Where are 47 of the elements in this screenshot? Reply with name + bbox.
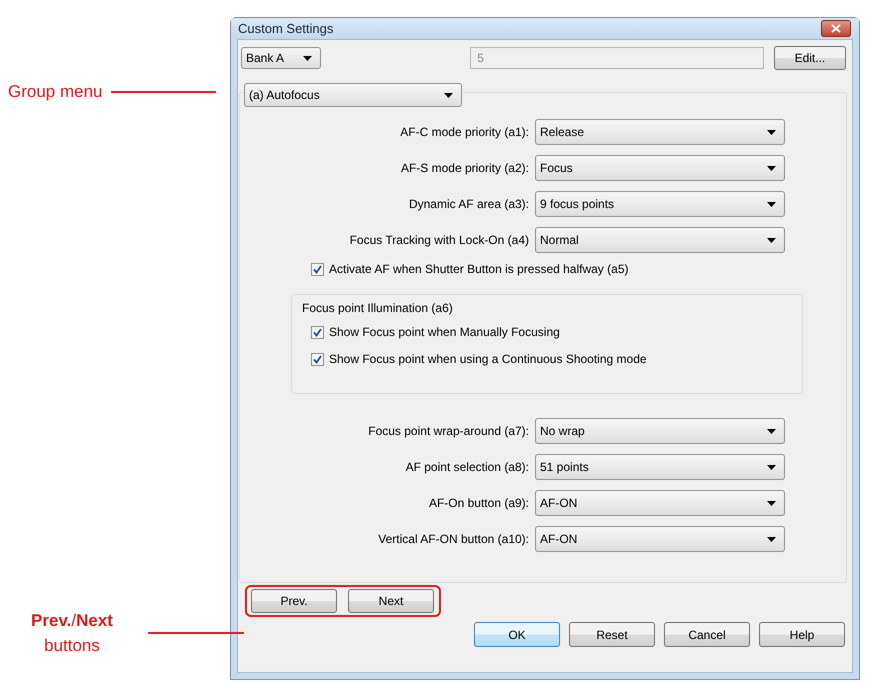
setting-label: Focus Tracking with Lock-On (a4) <box>348 233 530 247</box>
setting-label: AF point selection (a8): <box>404 460 530 474</box>
setting-label: Dynamic AF area (a3): <box>408 197 530 211</box>
caret-icon <box>767 238 776 242</box>
setting-dropdown[interactable]: 51 points <box>535 454 785 480</box>
setting-dropdown[interactable]: Release <box>535 119 785 145</box>
setting-label: AF-C mode priority (a1): <box>399 125 530 139</box>
callout-label: Group menu <box>8 82 102 102</box>
caret-icon <box>303 56 312 60</box>
caret-icon <box>444 92 453 98</box>
checkbox[interactable] <box>311 352 324 366</box>
group-dropdown[interactable]: (a) Autofocus <box>244 83 462 107</box>
setting-dropdown[interactable]: Focus <box>535 155 785 181</box>
setting-label: AF-On button (a9): <box>428 496 530 510</box>
dialog-button[interactable]: Reset <box>569 622 655 647</box>
setting-dropdown[interactable]: Normal <box>535 227 785 253</box>
setting-label: AF-S mode priority (a2): <box>400 161 530 175</box>
caret-icon <box>767 464 776 470</box>
setting-label: Vertical AF-ON button (a10): <box>377 532 530 546</box>
group-title: Focus point Illumination (a6) <box>302 301 454 317</box>
callout-label: Prev./Next buttons <box>30 610 114 657</box>
caret-icon <box>767 500 776 506</box>
setting-dropdown[interactable]: AF-ON <box>535 490 785 516</box>
edit-button[interactable]: Edit... <box>774 46 846 70</box>
close-button[interactable] <box>821 20 851 37</box>
caret-icon <box>767 166 776 170</box>
nav-button[interactable]: Prev. <box>251 589 337 613</box>
dialog-button[interactable]: Cancel <box>664 622 750 647</box>
dialog-button[interactable]: Help <box>759 622 845 647</box>
close-icon <box>831 24 841 33</box>
checkbox-label: Activate AF when Shutter Button is pressed halfway (a5) <box>329 262 628 276</box>
caret-icon <box>767 130 776 134</box>
bank-dropdown[interactable]: Bank A <box>241 47 322 69</box>
checkbox[interactable] <box>311 326 324 338</box>
setting-dropdown[interactable]: 9 focus points <box>535 191 785 217</box>
checkbox[interactable] <box>311 262 324 276</box>
caret-icon <box>767 202 776 206</box>
dialog-button[interactable]: OK <box>474 622 560 647</box>
setting-label: Focus point wrap-around (a7): <box>367 424 530 438</box>
caret-icon <box>767 536 776 542</box>
nav-button[interactable]: Next <box>348 589 434 613</box>
setting-dropdown[interactable]: AF-ON <box>535 526 785 552</box>
setting-dropdown[interactable]: No wrap <box>535 418 785 444</box>
checkbox-label: Show Focus point when using a Continuous Shooting mode <box>329 352 647 366</box>
caret-icon <box>767 428 776 434</box>
checkbox-label: Show Focus point when Manually Focusing <box>329 325 560 339</box>
window-title: Custom Settings <box>238 21 334 36</box>
